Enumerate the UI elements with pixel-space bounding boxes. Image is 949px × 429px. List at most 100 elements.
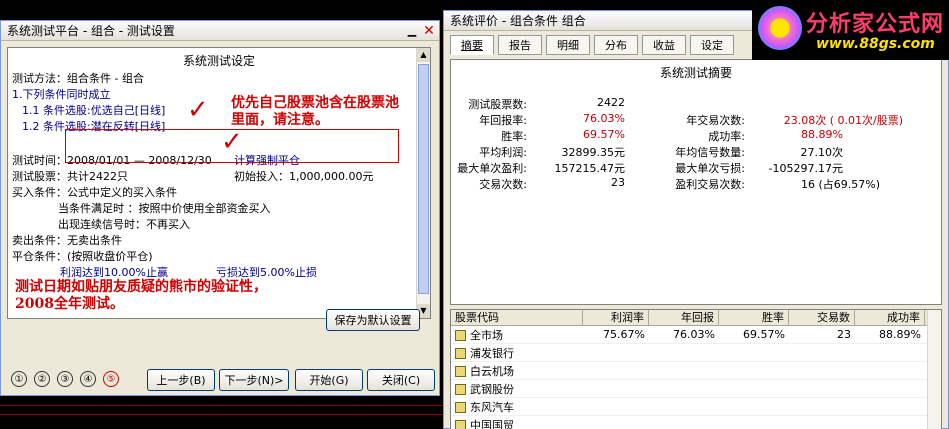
col-annual[interactable]: 年回报 <box>649 310 719 325</box>
summary-panel: 系统测试摘要 测试股票数: 2422 年回报率: 76.03% 年交易次数: 2… <box>450 59 942 305</box>
summary-label: 胜率: <box>501 130 527 143</box>
buy-condition: 买入条件：公式中定义的买入条件 <box>12 186 177 199</box>
table-header: 股票代码 利润率 年回报 胜率 交易数 成功率 <box>451 310 941 326</box>
cell-trades: 23 <box>837 328 851 341</box>
save-default-button[interactable]: 保存为默认设置 <box>326 309 420 331</box>
summary-value: 157215.47元 <box>554 162 626 175</box>
summary-value: 23 <box>611 176 625 189</box>
summary-label: 年均信号数量: <box>675 146 745 159</box>
summary-value: 16 (占69.57%) <box>801 178 881 191</box>
test-settings-window: 系统测试平台 - 组合 - 测试设置 ▁ ✕ 系统测试设定 测试方法：组合条件 … <box>0 20 440 396</box>
summary-label: 交易次数: <box>479 178 527 191</box>
stock-name: 中国国贸 <box>470 418 514 429</box>
step-4[interactable]: ④ <box>80 371 96 387</box>
next-button[interactable]: 下一步(N)> <box>219 369 289 391</box>
evaluation-window: 系统评价 - 组合条件 组合 摘要 报告 明细 分布 收益 设定 系统测试摘要 … <box>443 10 949 429</box>
summary-value: 32899.35元 <box>561 146 626 159</box>
close-icon[interactable]: ✕ <box>422 23 436 39</box>
tab-settings[interactable]: 设定 <box>690 35 734 55</box>
logo-url: www.88gs.com <box>816 36 935 52</box>
summary-value: 23.08次 ( 0.01次/股票) <box>783 114 903 127</box>
close-condition: 平仓条件：(按照收盘价平仓) <box>12 250 153 263</box>
sell-condition: 卖出条件：无卖出条件 <box>12 234 122 247</box>
summary-label: 年交易次数: <box>686 114 745 127</box>
close-button[interactable]: 关闭(C) <box>367 369 435 391</box>
col-profit[interactable]: 利润率 <box>583 310 649 325</box>
summary-value: -105297.17元 <box>768 162 843 175</box>
table-row[interactable]: 东风汽车 <box>451 398 941 416</box>
summary-label: 最大单次盈利: <box>457 162 527 175</box>
flower-logo-icon <box>758 6 802 50</box>
when-met: 当条件满足时 ：按照中价使用全部资金买入 <box>58 202 271 215</box>
cell-annual: 76.03% <box>673 328 715 341</box>
summary-label: 最大单次亏损: <box>675 162 745 175</box>
initial-investment: 初始投入：1,000,000.00元 <box>234 170 374 183</box>
table-scrollbar[interactable] <box>927 310 941 429</box>
stock-icon <box>455 348 466 359</box>
table-row[interactable]: 中国国贸 <box>451 416 941 429</box>
left-titlebar: 系统测试平台 - 组合 - 测试设置 ▁ ✕ <box>1 21 439 41</box>
summary-value: 76.03% <box>583 112 625 125</box>
checkmark-icon: ✓ <box>221 127 243 157</box>
annotation-note-bottom: 测试日期如贴朋友质疑的熊市的验证性，2008全年测试。 <box>15 279 267 312</box>
stock-name: 浦发银行 <box>470 346 514 360</box>
stock-icon <box>455 420 466 429</box>
annotation-note-top: 优先自己股票池含在股票池里面，请注意。 <box>231 95 399 128</box>
condition-line-1: 1.下列条件同时成立 <box>12 88 111 101</box>
summary-label: 成功率: <box>708 130 745 143</box>
stock-name: 武钢股份 <box>470 382 514 396</box>
stock-name: 白云机场 <box>470 364 514 378</box>
summary-label: 平均利润: <box>479 146 527 159</box>
col-code[interactable]: 股票代码 <box>451 310 583 325</box>
stock-name: 全市场 <box>470 328 503 342</box>
table-row[interactable]: 浦发银行 <box>451 344 941 362</box>
step-2[interactable]: ② <box>34 371 50 387</box>
site-logo: 分析家公式网 www.88gs.com <box>752 0 949 60</box>
checkmark-icon: ✓ <box>187 95 209 125</box>
minimize-icon[interactable]: ▁ <box>405 24 419 38</box>
prev-button[interactable]: 上一步(B) <box>147 369 215 391</box>
summary-value: 2422 <box>597 96 625 109</box>
step-indicator: ① ② ③ ④ ⑤ <box>11 371 119 387</box>
tab-detail[interactable]: 明细 <box>546 35 590 55</box>
summary-label: 测试股票数: <box>468 98 527 111</box>
logo-text: 分析家公式网 <box>806 11 945 37</box>
step-1[interactable]: ① <box>11 371 27 387</box>
loss-stop: 亏损达到5.00%止损 <box>216 266 317 279</box>
stock-icon <box>455 366 466 377</box>
cell-win: 69.57% <box>743 328 785 341</box>
table-row[interactable]: 全市场 75.67% 76.03% 69.57% 23 88.89% <box>451 326 941 344</box>
step-3[interactable]: ③ <box>57 371 73 387</box>
tab-summary[interactable]: 摘要 <box>450 35 494 55</box>
summary-label: 年回报率: <box>479 114 527 127</box>
tab-bar: 摘要 报告 明细 分布 收益 设定 <box>450 35 734 55</box>
step-5[interactable]: ⑤ <box>103 371 119 387</box>
summary-label: 盈利交易次数: <box>675 178 745 191</box>
tab-distribution[interactable]: 分布 <box>594 35 638 55</box>
scroll-up-icon[interactable]: ▲ <box>417 48 430 62</box>
settings-scrollbar[interactable]: ▲ ▼ <box>416 48 430 318</box>
cell-profit: 75.67% <box>603 328 645 341</box>
col-win[interactable]: 胜率 <box>719 310 789 325</box>
table-row[interactable]: 武钢股份 <box>451 380 941 398</box>
table-row[interactable]: 白云机场 <box>451 362 941 380</box>
scroll-thumb[interactable] <box>418 64 429 294</box>
settings-heading: 系统测试设定 <box>182 54 255 68</box>
col-success[interactable]: 成功率 <box>855 310 925 325</box>
summary-heading: 系统测试摘要 <box>659 66 732 80</box>
stock-table: 股票代码 利润率 年回报 胜率 交易数 成功率 全市场 75.67% 76.03… <box>450 309 942 429</box>
summary-value: 69.57% <box>583 128 625 141</box>
folder-icon <box>455 330 466 341</box>
condition-line-1-1: 1.1 条件选股:优选自己[日线] <box>22 104 166 117</box>
stock-icon <box>455 402 466 413</box>
summary-value: 88.89% <box>801 128 843 141</box>
test-stocks: 测试股票：共计2422只 <box>12 170 128 183</box>
start-button[interactable]: 开始(G) <box>295 369 363 391</box>
tab-report[interactable]: 报告 <box>498 35 542 55</box>
tab-returns[interactable]: 收益 <box>642 35 686 55</box>
stock-name: 东风汽车 <box>470 400 514 414</box>
col-trades[interactable]: 交易数 <box>789 310 855 325</box>
test-method: 测试方法：组合条件 - 组合 <box>12 72 144 85</box>
stock-icon <box>455 384 466 395</box>
summary-value: 27.10次 <box>800 146 844 159</box>
